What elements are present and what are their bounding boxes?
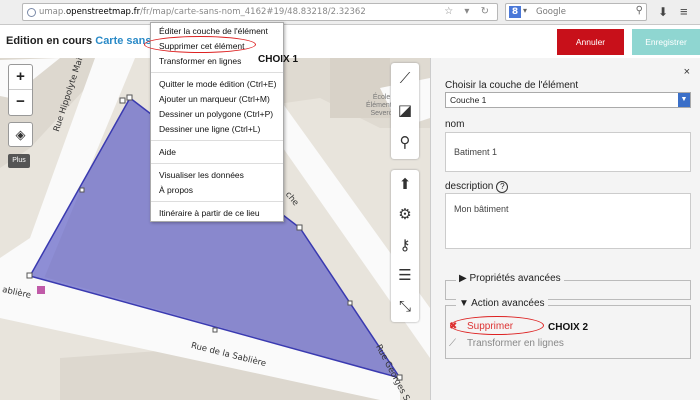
layers-manage-icon[interactable]: ☰ [391, 261, 419, 291]
search-engine-icon[interactable]: 8 [509, 6, 521, 18]
menu-item-quit-edit[interactable]: Quitter le mode édition (Ctrl+E) [159, 79, 276, 89]
menu-item-about[interactable]: À propos [159, 185, 193, 195]
url-host: openstreetmap.fr [65, 7, 141, 17]
draw-polygon-icon[interactable]: ◪ [391, 95, 419, 127]
menu-item-transform[interactable]: Transformer en lignes [159, 56, 241, 66]
feature-edit-panel: × Choisir la couche de l'élément Couche … [430, 58, 700, 400]
advanced-properties-toggle[interactable]: ▶ Propriétés avancées [456, 273, 564, 284]
browser-search-input[interactable]: 8 ▾ Google ⚲ [505, 3, 647, 21]
layers-button[interactable]: ◈ [8, 122, 33, 147]
measure-icon[interactable]: ⤡ [391, 292, 419, 322]
menu-icon[interactable]: ≡ [680, 4, 688, 19]
edit-header: Edition en cours Carte sans no Annuler E… [0, 25, 700, 58]
key-icon[interactable]: ⚷ [391, 231, 419, 261]
vertex-handle[interactable] [126, 94, 133, 101]
midpoint-handle[interactable] [212, 327, 218, 333]
bookmark-star-icon[interactable]: ☆ ▾ ↻ [444, 6, 493, 17]
vertex-handle[interactable] [119, 97, 126, 104]
layer-label: Choisir la couche de l'élément [445, 80, 579, 91]
download-icon[interactable]: ⬇ [658, 5, 668, 19]
menu-divider [151, 72, 283, 73]
url-path: /fr/map/carte-sans-nom_4162#19/48.83218/… [140, 7, 366, 17]
gear-icon[interactable]: ⚙ [391, 200, 419, 230]
vertex-handle[interactable] [26, 272, 33, 279]
settings-toolbar: ⬆ ⚙ ⚷ ☰ ⤡ [391, 170, 419, 322]
draw-line-icon[interactable]: ⟋ [391, 63, 419, 95]
add-marker-icon[interactable]: ⚲ [391, 127, 419, 159]
poi-icon [37, 286, 45, 294]
close-icon[interactable]: × [684, 66, 690, 78]
description-field[interactable]: Mon bâtiment [445, 193, 691, 249]
zoom-in-button[interactable]: + [9, 65, 32, 90]
chevron-down-icon[interactable]: ▼ [678, 93, 690, 107]
annotation-circle [144, 36, 256, 53]
name-field[interactable]: Batiment 1 [445, 132, 691, 172]
menu-item-add-marker[interactable]: Ajouter un marqueur (Ctrl+M) [159, 94, 270, 104]
search-placeholder: Google [536, 7, 566, 17]
search-icon[interactable]: ⚲ [636, 5, 643, 16]
annotation-choix-2: CHOIX 2 [548, 322, 589, 333]
chevron-down-icon[interactable]: ▾ [523, 6, 527, 15]
plus-button[interactable]: Plus [8, 154, 30, 168]
zoom-out-button[interactable]: − [9, 90, 32, 115]
description-label: description? [445, 181, 509, 193]
menu-item-draw-line[interactable]: Dessiner une ligne (Ctrl+L) [159, 124, 260, 134]
menu-item-directions[interactable]: Itinéraire à partir de ce lieu [159, 208, 260, 218]
upload-icon[interactable]: ⬆ [391, 170, 419, 200]
vertex-handle[interactable] [296, 224, 303, 231]
menu-divider [151, 163, 283, 164]
layer-select[interactable]: Couche 1 ▼ [445, 92, 691, 108]
menu-item-view-data[interactable]: Visualiser les données [159, 170, 244, 180]
zoom-control: + − [8, 64, 33, 116]
menu-item-draw-polygon[interactable]: Dessiner un polygone (Ctrl+P) [159, 109, 273, 119]
midpoint-handle[interactable] [79, 187, 85, 193]
browser-toolbar: umap.openstreetmap.fr/fr/map/carte-sans-… [0, 0, 700, 25]
annotation-choix-1: CHOIX 1 [258, 54, 299, 65]
annotation-circle [450, 316, 544, 335]
address-bar[interactable]: umap.openstreetmap.fr/fr/map/carte-sans-… [22, 3, 498, 21]
help-icon[interactable]: ? [496, 181, 509, 193]
menu-divider [151, 140, 283, 141]
advanced-properties-section[interactable]: ▶ Propriétés avancées [445, 273, 691, 300]
cancel-button[interactable]: Annuler [557, 29, 624, 55]
draw-toolbar: ⟋ ◪ ⚲ [391, 63, 419, 159]
save-button[interactable]: Enregistrer [632, 29, 700, 55]
line-icon: ⟋ [449, 338, 456, 349]
name-label: nom [445, 119, 465, 130]
advanced-actions-toggle[interactable]: ▼ Action avancées [456, 298, 548, 309]
transform-action[interactable]: ⟋ Transformer en lignes [449, 338, 564, 349]
layers-icon: ◈ [15, 127, 26, 142]
globe-icon [27, 8, 36, 17]
menu-item-help[interactable]: Aide [159, 147, 176, 157]
menu-item-edit-layer[interactable]: Éditer la couche de l'élément [159, 26, 268, 36]
menu-divider [151, 201, 283, 202]
midpoint-handle[interactable] [347, 300, 353, 306]
